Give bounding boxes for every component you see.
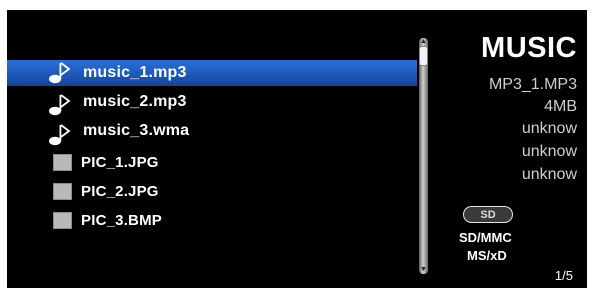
file-row-pic-1[interactable]: PIC_1.JPG <box>7 149 417 175</box>
card-type-sd-mmc: SD/MMC <box>459 230 512 245</box>
file-label: PIC_2.JPG <box>81 182 159 200</box>
info-filename: MP3_1.MP3 <box>488 76 577 93</box>
sd-card-badge: SD <box>463 206 513 223</box>
file-row-music-1[interactable]: music_1.mp3 <box>7 60 417 86</box>
scroll-up-arrow-icon[interactable]: ▲ <box>420 38 427 46</box>
file-row-pic-2[interactable]: PIC_2.JPG <box>7 178 417 204</box>
file-row-music-2[interactable]: music_2.mp3 <box>7 89 417 116</box>
file-label: music_1.mp3 <box>83 64 187 81</box>
media-type-title: MUSIC <box>481 32 577 64</box>
music-note-icon <box>49 62 71 84</box>
file-list: music_1.mp3 music_2.mp3 music_3.wma PIC_… <box>7 10 419 288</box>
info-detail-1: unknow <box>521 120 577 137</box>
scroll-down-arrow-icon[interactable]: ▼ <box>420 266 427 274</box>
media-browser-screen: music_1.mp3 music_2.mp3 music_3.wma PIC_… <box>7 10 587 288</box>
picture-icon <box>53 183 72 200</box>
file-label: PIC_3.BMP <box>81 211 162 229</box>
music-note-icon <box>49 94 71 116</box>
page-indicator: 1/5 <box>554 268 573 283</box>
file-label: music_3.wma <box>83 122 190 139</box>
info-detail-2: unknow <box>521 143 577 160</box>
music-note-icon <box>49 124 71 146</box>
picture-icon <box>53 154 72 171</box>
file-label: PIC_1.JPG <box>81 153 159 171</box>
file-row-music-3[interactable]: music_3.wma <box>7 118 417 146</box>
picture-icon <box>53 212 72 229</box>
file-row-pic-3[interactable]: PIC_3.BMP <box>7 207 417 233</box>
scroll-thumb[interactable] <box>419 46 428 66</box>
file-label: music_2.mp3 <box>83 93 187 110</box>
card-type-ms-xd: MS/xD <box>467 248 507 263</box>
info-detail-3: unknow <box>521 166 577 183</box>
info-size: 4MB <box>544 98 577 115</box>
scrollbar[interactable]: ▲ ▼ <box>419 38 428 274</box>
file-info-panel: MUSIC MP3_1.MP3 4MB unknow unknow unknow… <box>437 10 577 288</box>
